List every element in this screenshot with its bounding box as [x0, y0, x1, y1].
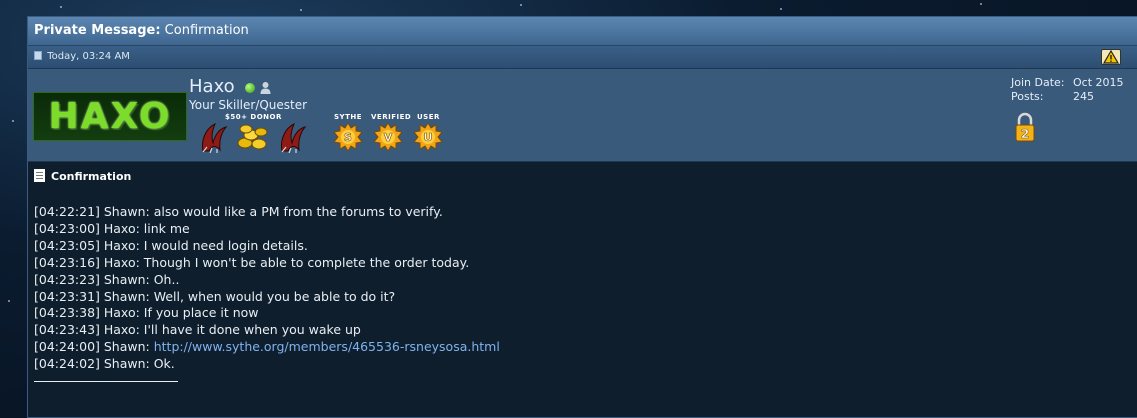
claw-left-icon [202, 122, 228, 153]
message-line: [04:23:31] Shawn: Well, when would you b… [34, 288, 396, 304]
verified-badge-icon: V [374, 123, 402, 151]
message-line: [04:23:00] Haxo: link me [34, 220, 190, 236]
message-line: [04:22:21] Shawn: also would like a PM f… [34, 204, 443, 219]
private-message-panel: Private Message: Confirmation Today, 03:… [27, 16, 1137, 418]
username-link[interactable]: Haxo [189, 76, 235, 97]
report-post-button[interactable] [1101, 49, 1121, 65]
page-title-label: Private Message: [34, 23, 161, 38]
message-title-text: Confirmation [51, 170, 132, 183]
post-date: Today, 03:24 AM [47, 51, 130, 62]
coins-icon [237, 124, 268, 150]
logo-text: HAXO [48, 96, 172, 137]
join-date-value: Oct 2015 [1073, 76, 1124, 89]
badge-label-verified: VERIFIED [371, 113, 412, 121]
document-icon [34, 169, 45, 182]
message-body: [04:22:21] Shawn: also would like a PM f… [34, 204, 1131, 373]
claw-right-icon [281, 122, 307, 153]
sythe-badge-icon: S [334, 123, 362, 151]
message-line: [04:23:43] Haxo: I'll have it done when … [34, 322, 361, 338]
lock-icon: 2 [1015, 112, 1035, 142]
lock-number: 2 [1021, 127, 1029, 141]
badge-label-sythe: SYTHE [334, 113, 363, 121]
message-content: Confirmation [04:22:21] Shawn: also woul… [28, 162, 1137, 388]
page-title-value: Confirmation [164, 23, 249, 38]
online-status-icon [245, 83, 255, 93]
message-line-with-link: [04:24:00] Shawn: http://www.sythe.org/m… [34, 339, 1131, 356]
user-info-bar: HAXO Haxo Your Skiller/Quester $50+ DONO… [28, 69, 1137, 162]
user-stats: Join Date: Oct 2015 Posts: 245 [1011, 76, 1124, 104]
user-logo[interactable]: HAXO [33, 92, 187, 141]
posts-label: Posts: [1011, 90, 1044, 103]
page-title: Private Message: Confirmation [28, 17, 1137, 46]
warning-icon [1103, 50, 1119, 64]
posts-row: Posts: 245 [1011, 90, 1124, 104]
sun-letter-s: S [344, 131, 352, 144]
message-line: [04:23:05] Haxo: I would need login deta… [34, 237, 308, 253]
profile-link[interactable]: http://www.sythe.org/members/465536-rsne… [154, 339, 500, 354]
join-date-label: Join Date: [1011, 76, 1065, 89]
post-date-bar: Today, 03:24 AM [28, 46, 1137, 69]
message-line-prefix: [04:24:00] Shawn: [34, 339, 154, 355]
message-line: [04:24:02] Shawn: Ok. [34, 356, 175, 372]
post-icon [34, 51, 42, 60]
message-line: [04:23:16] Haxo: Though I won't be able … [34, 254, 470, 270]
sun-letter-v: V [384, 131, 393, 144]
posts-value: 245 [1073, 90, 1094, 103]
donor-label: $50+ DONOR [225, 113, 282, 121]
sun-letter-u: U [424, 131, 433, 144]
message-title: Confirmation [34, 169, 1131, 189]
user-profile-icon[interactable] [260, 81, 271, 95]
badge-label-user: USER [417, 113, 440, 121]
message-line: [04:23:23] Shawn: Oh.. [34, 271, 180, 287]
join-date-row: Join Date: Oct 2015 [1011, 76, 1124, 90]
user-title: Your Skiller/Quester [189, 98, 308, 112]
message-line: [04:23:38] Haxo: If you place it now [34, 305, 259, 321]
user-badge-icon: U [414, 123, 442, 151]
signature-divider [34, 381, 178, 383]
